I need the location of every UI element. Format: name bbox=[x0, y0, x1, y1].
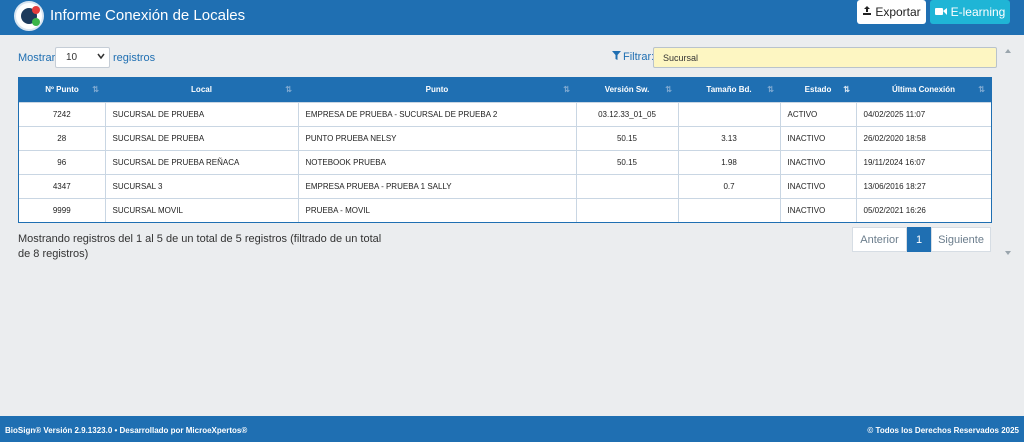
export-label: Exportar bbox=[875, 5, 921, 19]
sort-icon: ⇅ bbox=[563, 85, 570, 94]
cell-local: SUCURSAL 3 bbox=[105, 173, 299, 198]
cell-n-punto: 96 bbox=[19, 149, 106, 174]
pagination: Anterior 1 Siguiente bbox=[852, 227, 991, 252]
page-length-value: 10 bbox=[66, 52, 78, 63]
sort-icon: ⇅ bbox=[843, 85, 850, 94]
table-header-row: Nº Punto ⇅ Local ⇅ Punto ⇅ Versión Sw. ⇅ Tam… bbox=[19, 78, 991, 102]
export-button[interactable]: Exportar bbox=[857, 0, 926, 24]
cell-tamano: 0.7 bbox=[678, 173, 781, 198]
sort-icon: ⇅ bbox=[665, 85, 672, 94]
cell-ultima-conexion: 19/11/2024 16:07 bbox=[856, 149, 991, 174]
elearning-label: E-learning bbox=[950, 5, 1006, 19]
sort-icon: ⇅ bbox=[92, 85, 99, 94]
footer-copyright: © Todos los Derechos Reservados 2025 bbox=[867, 426, 1019, 435]
table-row[interactable]: 96 SUCURSAL DE PRUEBA REÑACA NOTEBOOK PR… bbox=[19, 149, 991, 174]
table-row[interactable]: 28 SUCURSAL DE PRUEBA PUNTO PRUEBA NELSY… bbox=[19, 125, 991, 150]
cell-ultima-conexion: 26/02/2020 18:58 bbox=[856, 125, 991, 150]
column-header-estado[interactable]: Estado ⇅ bbox=[780, 78, 856, 102]
cell-local: SUCURSAL DE PRUEBA REÑACA bbox=[105, 149, 299, 174]
cell-punto: EMPRESA DE PRUEBA - SUCURSAL DE PRUEBA 2 bbox=[298, 101, 577, 126]
cell-n-punto: 4347 bbox=[19, 173, 106, 198]
cell-version: 03.12.33_01_05 bbox=[576, 101, 679, 126]
cell-tamano: 3.13 bbox=[678, 125, 781, 150]
search-input[interactable]: Sucursal bbox=[653, 47, 997, 68]
next-page-button[interactable]: Siguiente bbox=[931, 227, 991, 252]
page-length-select[interactable]: 10 bbox=[55, 47, 110, 68]
export-icon bbox=[862, 5, 872, 19]
sort-icon: ⇅ bbox=[978, 85, 985, 94]
cell-ultima-conexion: 05/02/2021 16:26 bbox=[856, 197, 991, 222]
cell-tamano bbox=[678, 197, 781, 222]
app-header: Informe Conexión de Locales Exportar E-l… bbox=[0, 0, 1024, 35]
table-row[interactable]: 4347 SUCURSAL 3 EMPRESA PRUEBA - PRUEBA … bbox=[19, 173, 991, 198]
cell-tamano: 1.98 bbox=[678, 149, 781, 174]
column-header-local[interactable]: Local ⇅ bbox=[105, 78, 298, 102]
filter-label: Filtrar: bbox=[612, 51, 654, 63]
cell-punto: NOTEBOOK PRUEBA bbox=[298, 149, 577, 174]
app-footer: BioSign® Versión 2.9.1323.0 • Desarrolla… bbox=[0, 416, 1024, 442]
column-header-version[interactable]: Versión Sw. ⇅ bbox=[576, 78, 678, 102]
table-row[interactable]: 9999 SUCURSAL MOVIL PRUEBA - MOVIL INACT… bbox=[19, 197, 991, 222]
elearning-button[interactable]: E-learning bbox=[930, 0, 1010, 24]
filter-label-text: Filtrar: bbox=[623, 51, 655, 63]
cell-ultima-conexion: 13/06/2016 18:27 bbox=[856, 173, 991, 198]
page-button-current[interactable]: 1 bbox=[907, 227, 931, 252]
scrollbar[interactable] bbox=[1000, 45, 1018, 260]
cell-local: SUCURSAL DE PRUEBA bbox=[105, 101, 299, 126]
table-info-text: Mostrando registros del 1 al 5 de un tot… bbox=[18, 233, 382, 260]
cell-estado: INACTIVO bbox=[780, 125, 857, 150]
sort-icon: ⇅ bbox=[767, 85, 774, 94]
cell-version bbox=[576, 173, 679, 198]
cell-local: SUCURSAL DE PRUEBA bbox=[105, 125, 299, 150]
table-row[interactable]: 7242 SUCURSAL DE PRUEBA EMPRESA DE PRUEB… bbox=[19, 101, 991, 126]
records-label: registros bbox=[113, 52, 156, 64]
cell-n-punto: 28 bbox=[19, 125, 106, 150]
cell-punto: PUNTO PRUEBA NELSY bbox=[298, 125, 577, 150]
scroll-up-arrow-icon[interactable] bbox=[1005, 49, 1011, 53]
page-title: Informe Conexión de Locales bbox=[50, 7, 246, 24]
cell-ultima-conexion: 04/02/2025 11:07 bbox=[856, 101, 991, 126]
previous-page-button[interactable]: Anterior bbox=[852, 227, 907, 252]
cell-version bbox=[576, 197, 679, 222]
cell-version: 50.15 bbox=[576, 125, 679, 150]
show-label: Mostrar bbox=[18, 52, 56, 64]
cell-punto: PRUEBA - MOVIL bbox=[298, 197, 577, 222]
funnel-icon bbox=[612, 51, 621, 63]
cell-estado: INACTIVO bbox=[780, 173, 857, 198]
app-logo bbox=[14, 1, 44, 31]
cell-estado: ACTIVO bbox=[780, 101, 857, 126]
cell-estado: INACTIVO bbox=[780, 197, 857, 222]
sort-icon: ⇅ bbox=[285, 85, 292, 94]
column-header-ultima-conexion[interactable]: Última Conexión ⇅ bbox=[856, 78, 991, 102]
cell-punto: EMPRESA PRUEBA - PRUEBA 1 SALLY bbox=[298, 173, 577, 198]
cell-estado: INACTIVO bbox=[780, 149, 857, 174]
chevron-down-icon bbox=[97, 52, 105, 63]
scroll-down-arrow-icon[interactable] bbox=[1005, 251, 1011, 255]
results-table: Nº Punto ⇅ Local ⇅ Punto ⇅ Versión Sw. ⇅ Tam… bbox=[18, 77, 992, 223]
cell-n-punto: 9999 bbox=[19, 197, 106, 222]
cell-n-punto: 7242 bbox=[19, 101, 106, 126]
search-input-value: Sucursal bbox=[663, 52, 699, 63]
cell-local: SUCURSAL MOVIL bbox=[105, 197, 299, 222]
video-camera-icon bbox=[934, 5, 947, 19]
footer-version: BioSign® Versión 2.9.1323.0 • Desarrolla… bbox=[5, 426, 248, 435]
column-header-punto[interactable]: Punto ⇅ bbox=[298, 78, 576, 102]
cell-version: 50.15 bbox=[576, 149, 679, 174]
column-header-tamano[interactable]: Tamaño Bd. ⇅ bbox=[678, 78, 780, 102]
cell-tamano bbox=[678, 101, 781, 126]
column-header-n-punto[interactable]: Nº Punto ⇅ bbox=[19, 78, 105, 102]
